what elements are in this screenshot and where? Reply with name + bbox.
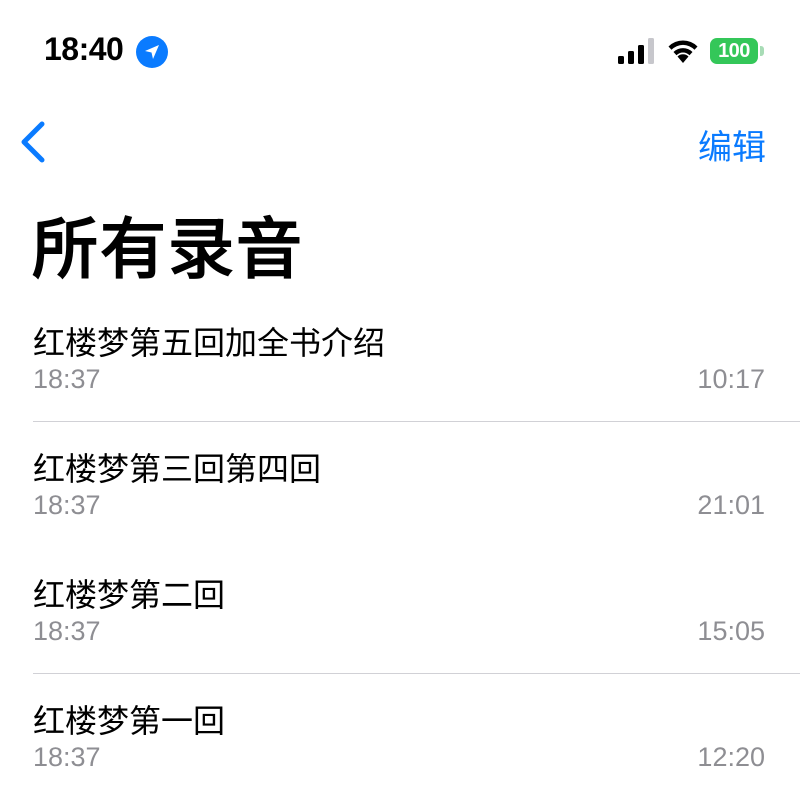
- status-bar: 18:40 100: [0, 0, 800, 100]
- recording-date: 18:37: [33, 742, 101, 772]
- battery-icon: 100: [710, 38, 758, 64]
- wifi-icon: [668, 40, 698, 63]
- recording-row[interactable]: 红楼梦第二回 18:37 15:05: [0, 548, 800, 674]
- recording-row[interactable]: 红楼梦第三回第四回 18:37 21:01: [0, 422, 800, 548]
- recording-row[interactable]: 红楼梦第一回 18:37 12:20: [0, 674, 800, 800]
- recording-duration: 15:05: [697, 616, 765, 646]
- page-title: 所有录音: [32, 211, 304, 288]
- recording-duration: 12:20: [697, 742, 765, 772]
- recording-row[interactable]: 红楼梦第五回加全书介绍 18:37 10:17: [0, 296, 800, 422]
- edit-button[interactable]: 编辑: [698, 120, 766, 169]
- chevron-left-icon: [21, 121, 45, 163]
- recordings-list: 红楼梦第五回加全书介绍 18:37 10:17 红楼梦第三回第四回 18:37 …: [0, 296, 800, 800]
- battery-level: 100: [718, 39, 750, 62]
- recording-title: 红楼梦第二回: [33, 576, 226, 614]
- status-time: 18:40: [44, 31, 124, 67]
- location-arrow-icon: [136, 36, 168, 68]
- recording-title: 红楼梦第一回: [33, 702, 226, 740]
- recording-title: 红楼梦第三回第四回: [33, 450, 322, 488]
- recording-date: 18:37: [33, 364, 101, 394]
- recording-title: 红楼梦第五回加全书介绍: [33, 324, 386, 362]
- recording-date: 18:37: [33, 490, 101, 520]
- recording-duration: 21:01: [697, 490, 765, 520]
- cellular-signal-icon: [618, 38, 654, 64]
- recording-duration: 10:17: [697, 364, 765, 394]
- back-button[interactable]: [14, 118, 54, 166]
- battery-cap: [760, 46, 764, 56]
- recording-date: 18:37: [33, 616, 101, 646]
